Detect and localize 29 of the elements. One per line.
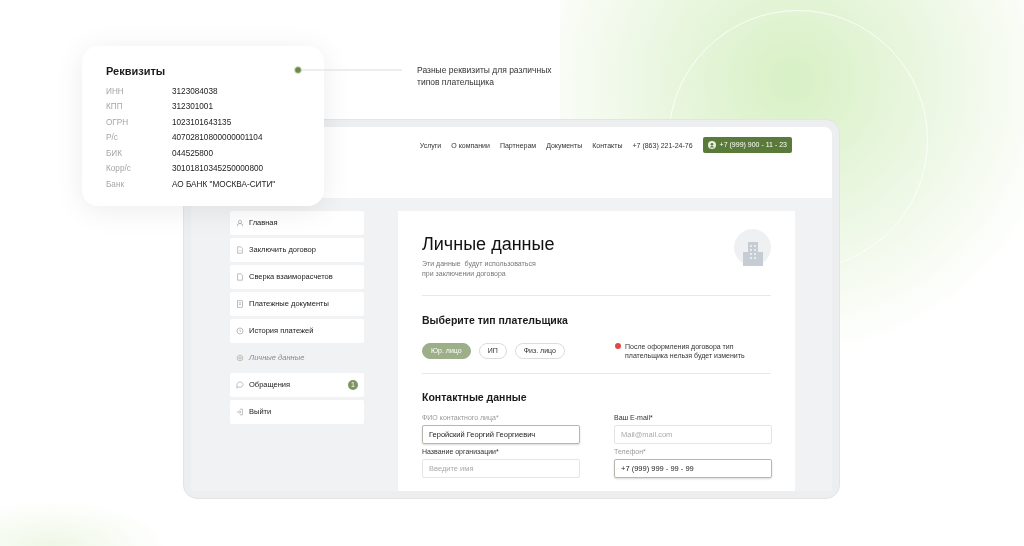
field-value: 3123084038 — [172, 85, 219, 98]
document-icon — [236, 273, 244, 281]
field-label: ИНН — [106, 85, 125, 98]
section-title: Контактные данные — [422, 389, 528, 405]
user-icon — [236, 219, 244, 227]
gear-icon — [236, 354, 244, 362]
field-value: 40702810800000001104 — [172, 132, 264, 144]
field-value: 312301001 — [172, 101, 214, 113]
callout-text: Разные реквизиты для различных типов плательщика — [417, 64, 553, 88]
section-title: Выберите тип плательщика — [422, 313, 569, 328]
chat-bubble-icon — [236, 381, 244, 389]
field-label: БИК — [106, 147, 124, 160]
user-icon — [707, 141, 716, 149]
page-title: Личные данные — [422, 233, 555, 255]
field-label: Банк — [106, 178, 126, 191]
field-label: Корр/с — [106, 163, 132, 175]
document-icon — [236, 246, 244, 254]
field-value: 044525800 — [172, 147, 214, 160]
field-value: 30101810345250000800 — [172, 163, 265, 175]
card-title: Реквизиты — [106, 64, 167, 79]
field-label: Р/с — [106, 132, 119, 144]
document-icon — [236, 300, 244, 308]
warning-icon — [615, 342, 621, 349]
field-label: КПП — [106, 101, 124, 113]
logout-icon — [236, 408, 244, 416]
clock-icon — [236, 327, 244, 335]
field-value: 1023101643135 — [172, 116, 233, 129]
field-label: ОГРН — [106, 116, 130, 129]
field-value: АО БАНК "МОСКВА-СИТИ" — [172, 178, 277, 191]
